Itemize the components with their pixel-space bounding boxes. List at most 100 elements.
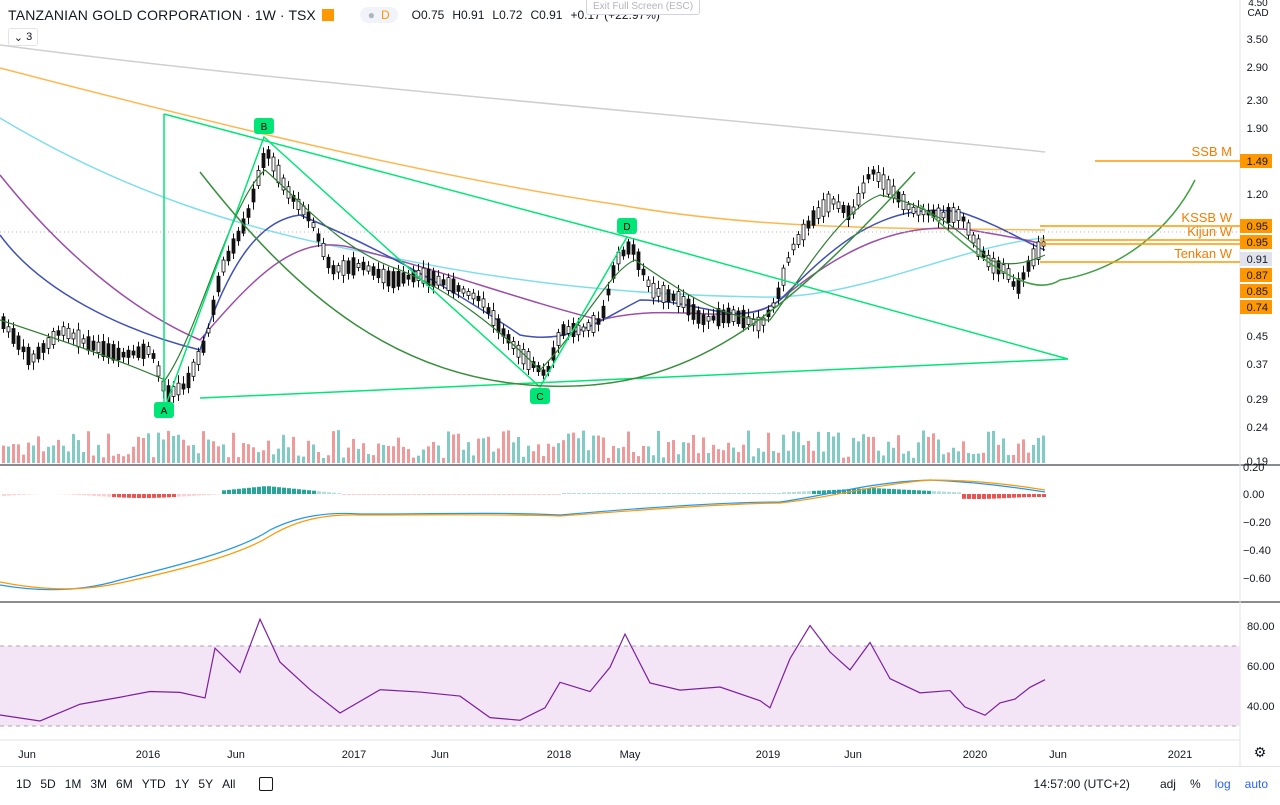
- macd-histogram-bar: [232, 489, 236, 494]
- candle-body: [882, 175, 885, 189]
- symbol-name[interactable]: TANZANIAN GOLD CORPORATION: [8, 7, 242, 23]
- candle-body: [517, 345, 520, 357]
- volume-bar: [197, 453, 200, 463]
- macd-histogram-bar: [107, 494, 111, 497]
- macd-histogram-bar: [487, 494, 491, 495]
- volume-bar: [517, 437, 520, 463]
- macd-histogram-bar: [152, 494, 156, 498]
- range-1d-button[interactable]: 1D: [16, 777, 31, 791]
- candle-body: [402, 273, 405, 283]
- percent-toggle[interactable]: %: [1190, 777, 1201, 791]
- candle-body: [462, 289, 465, 293]
- candle-body: [827, 194, 830, 212]
- macd-histogram-bar: [1002, 494, 1006, 498]
- candle-body: [187, 373, 190, 388]
- volume-bar: [547, 444, 550, 463]
- price-axis-top: 4.50: [1248, 0, 1268, 9]
- price-tick-label: 0.85: [1247, 286, 1268, 298]
- candle-body: [862, 183, 865, 193]
- volume-bar: [1032, 445, 1035, 463]
- candle-body: [477, 296, 480, 300]
- candle-body: [177, 383, 180, 395]
- candle-body: [957, 209, 960, 220]
- volume-bar: [767, 433, 770, 463]
- candle-body: [452, 279, 455, 293]
- bottom-toolbar: 1D 5D 1M 3M 6M YTD 1Y 5Y All 14:57:00 (U…: [0, 766, 1280, 801]
- macd-signal-line: [0, 480, 1045, 589]
- volume-bar: [497, 448, 500, 463]
- candle-body: [72, 333, 75, 339]
- flag-icon[interactable]: [322, 9, 334, 21]
- volume-bar: [772, 451, 775, 463]
- delay-badge[interactable]: ●D: [360, 7, 398, 23]
- settings-gear-icon[interactable]: ⚙: [1252, 744, 1268, 760]
- range-all-button[interactable]: All: [222, 777, 235, 791]
- macd-histogram-bar: [357, 494, 361, 495]
- candle-body: [432, 271, 435, 286]
- time-axis[interactable]: Jun 2016 Jun 2017 Jun 2018 May 2019 Jun …: [18, 749, 1192, 761]
- volume-bar: [582, 431, 585, 463]
- interval-label[interactable]: 1W: [255, 7, 276, 23]
- candle-body: [577, 325, 580, 335]
- volume-bar: [132, 447, 135, 463]
- candle-body: [392, 272, 395, 288]
- svg-text:Jun: Jun: [227, 749, 245, 761]
- indicators-collapse-button[interactable]: ⌄ 3: [8, 28, 38, 46]
- candle-body: [97, 342, 100, 352]
- macd-histogram-bar: [707, 493, 711, 494]
- macd-histogram-bar: [1042, 494, 1046, 497]
- rsi-axis[interactable]: 80.00 60.00 40.00: [1247, 621, 1275, 713]
- candle-body: [92, 341, 95, 350]
- macd-histogram-bar: [622, 493, 626, 494]
- volume-bar: [962, 441, 965, 463]
- volume-bar: [722, 450, 725, 463]
- macd-axis[interactable]: 0.20 0.00 −0.20 −0.40 −0.60: [1243, 462, 1271, 585]
- macd-histogram-bar: [77, 494, 81, 495]
- adj-toggle[interactable]: adj: [1160, 777, 1176, 791]
- range-1m-button[interactable]: 1M: [65, 777, 82, 791]
- candle-body: [917, 207, 920, 215]
- volume-bar: [677, 454, 680, 463]
- range-ytd-button[interactable]: YTD: [142, 777, 166, 791]
- macd-histogram-bar: [907, 490, 911, 494]
- macd-histogram-bar: [612, 493, 616, 494]
- macd-histogram-bar: [937, 491, 941, 494]
- volume-bar: [917, 442, 920, 463]
- volume-bar: [407, 449, 410, 463]
- macd-histogram-bar: [972, 494, 976, 499]
- price-axis[interactable]: 3.502.902.301.901.491.200.950.950.910.87…: [1240, 34, 1272, 468]
- range-3m-button[interactable]: 3M: [90, 777, 107, 791]
- chart-canvas[interactable]: A B C D SSB M KSSB W Kijun W Tenkan W 3.…: [0, 0, 1280, 800]
- volume-bar: [822, 452, 825, 463]
- range-5d-button[interactable]: 5D: [40, 777, 55, 791]
- auto-toggle[interactable]: auto: [1245, 777, 1268, 791]
- macd-histogram-bar: [387, 494, 391, 495]
- macd-histogram-bar: [757, 493, 761, 494]
- macd-histogram-bar: [157, 494, 161, 498]
- volume-bar: [377, 444, 380, 463]
- exit-fullscreen-button[interactable]: Exit Full Screen (ESC): [586, 0, 700, 15]
- time-zone-clock[interactable]: 14:57:00 (UTC+2): [1034, 777, 1130, 791]
- candle-body: [87, 337, 90, 351]
- candle-body: [467, 291, 470, 295]
- svg-text:0.20: 0.20: [1243, 462, 1264, 474]
- candle-body: [602, 306, 605, 317]
- volume-bar: [572, 433, 575, 463]
- range-1y-button[interactable]: 1Y: [175, 777, 190, 791]
- log-toggle[interactable]: log: [1215, 777, 1231, 791]
- price-axis-currency: CAD: [1247, 8, 1268, 19]
- range-6m-button[interactable]: 6M: [116, 777, 133, 791]
- volume-bar: [887, 442, 890, 463]
- macd-histogram-bar: [222, 490, 226, 494]
- volume-bar: [482, 438, 485, 463]
- macd-histogram-bar: [552, 494, 556, 495]
- volume-bar: [27, 443, 30, 463]
- macd-histogram-bar: [1017, 494, 1021, 497]
- date-range-calendar-icon[interactable]: [259, 777, 273, 791]
- price-tick-label: 3.50: [1247, 34, 1268, 46]
- chart-area[interactable]: A B C D SSB M KSSB W Kijun W Tenkan W 3.…: [0, 0, 1280, 800]
- range-5y-button[interactable]: 5Y: [198, 777, 213, 791]
- macd-histogram-bar: [962, 494, 966, 499]
- volume-bar: [422, 450, 425, 463]
- candle-body: [147, 347, 150, 355]
